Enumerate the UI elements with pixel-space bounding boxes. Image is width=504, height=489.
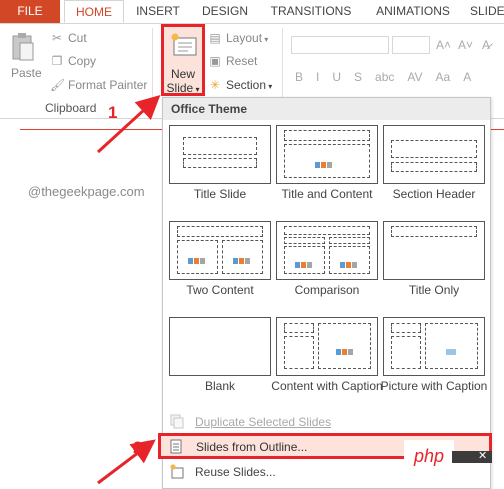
section-label: Section xyxy=(226,78,267,92)
layout-name: Section Header xyxy=(392,187,476,201)
new-slide-dropdown: Office Theme Title Slide Title and Conte… xyxy=(158,97,492,489)
tab-animations[interactable]: ANIMATIONS xyxy=(366,0,460,23)
cut-button[interactable]: ✂ Cut xyxy=(50,31,87,45)
slide-divider xyxy=(20,129,162,130)
new-slide-button[interactable]: New Slide ▾ xyxy=(161,24,205,96)
reuse-slides-icon xyxy=(170,464,184,479)
dropdown-header: Office Theme xyxy=(163,98,490,120)
chevron-down-icon: ▾ xyxy=(193,85,200,94)
italic-button[interactable]: I xyxy=(316,70,319,84)
picture-placeholder-icon xyxy=(446,342,464,355)
layout-name: Title and Content xyxy=(281,187,373,201)
font-color-button[interactable]: A xyxy=(463,70,471,84)
content-placeholder-icon xyxy=(188,251,206,264)
layout-button[interactable]: ▤ Layout ▾ xyxy=(208,31,268,45)
layout-icon: ▤ xyxy=(209,31,221,45)
clear-format-icon[interactable]: A̷ xyxy=(482,38,490,52)
reset-icon: ▣ xyxy=(209,54,221,68)
duplicate-slides-icon xyxy=(170,414,184,429)
font-name-box[interactable] xyxy=(291,36,389,54)
clipboard-group-label: Clipboard xyxy=(45,101,97,115)
new-slide-label-line1: New xyxy=(170,67,195,81)
menu-item-label: Slides from Outline... xyxy=(196,440,308,454)
strikethrough-button[interactable]: abc xyxy=(375,70,394,84)
layout-thumbnail xyxy=(169,221,271,280)
outline-icon xyxy=(170,439,182,454)
reset-label: Reset xyxy=(226,54,258,68)
shrink-font-icon[interactable]: A˅ xyxy=(458,38,473,52)
spacing-button[interactable]: AV xyxy=(407,70,422,84)
arrow-to-slides-from-outline xyxy=(97,439,156,485)
tab-transitions[interactable]: TRANSITIONS xyxy=(262,0,360,23)
step-number-1: 1 xyxy=(108,103,118,122)
font-format-buttons: B I U Sabc AV Aa A xyxy=(295,70,484,84)
section-icon: ✳ xyxy=(209,78,221,92)
layout-thumbnail xyxy=(169,125,271,184)
reset-button[interactable]: ▣ Reset xyxy=(208,54,257,68)
layout-thumbnail xyxy=(169,317,271,376)
layout-thumbnail xyxy=(383,125,485,184)
font-size-box[interactable] xyxy=(392,36,430,54)
tab-file[interactable]: FILE xyxy=(0,0,60,23)
scissors-icon: ✂ xyxy=(51,31,63,45)
new-slide-icon xyxy=(171,33,197,56)
shadow-button[interactable]: S xyxy=(354,70,362,84)
grow-font-icon[interactable]: A˄ xyxy=(436,38,451,52)
chevron-down-icon: ▾ xyxy=(266,82,273,91)
layout-name: Title Slide xyxy=(193,187,247,201)
content-placeholder-icon xyxy=(336,342,354,355)
content-placeholder-icon xyxy=(295,255,313,268)
copy-label: Copy xyxy=(68,54,97,68)
menu-item-label: Duplicate Selected Slides xyxy=(195,415,332,429)
layout-thumbnail xyxy=(276,221,378,280)
copy-icon: ❐ xyxy=(51,54,63,68)
php-logo: php xyxy=(404,440,454,472)
format-painter-icon: 🖌 xyxy=(50,78,66,92)
duplicate-selected-slides-item[interactable]: Duplicate Selected Slides xyxy=(163,412,490,432)
watermark: @thegeekpage.com xyxy=(28,184,145,199)
layout-thumbnail xyxy=(383,221,485,280)
tab-home[interactable]: HOME xyxy=(64,0,124,23)
tab-insert[interactable]: INSERT xyxy=(128,0,188,23)
layout-name: Two Content xyxy=(186,283,254,297)
close-icon: ✕ xyxy=(478,450,488,462)
format-painter-button[interactable]: 🖌 Format Painter xyxy=(50,78,147,92)
paste-icon[interactable] xyxy=(12,33,34,61)
layout-name: Picture with Caption xyxy=(380,379,488,393)
chevron-down-icon: ▾ xyxy=(262,35,269,44)
layout-label: Layout xyxy=(226,31,263,45)
layout-thumbnail xyxy=(276,125,378,184)
content-placeholder-icon xyxy=(340,255,358,268)
copy-button[interactable]: ❐ Copy xyxy=(50,54,96,68)
menu-item-label: Reuse Slides... xyxy=(195,465,276,479)
layout-name: Title Only xyxy=(408,283,460,297)
section-button[interactable]: ✳ Section ▾ xyxy=(208,78,272,92)
tab-slide-show[interactable]: SLIDE SHOW xyxy=(470,0,504,41)
group-divider xyxy=(152,28,153,114)
ribbon-tab-bar: FILE HOME INSERT DESIGN TRANSITIONS ANIM… xyxy=(0,0,504,41)
cut-label: Cut xyxy=(68,31,87,45)
tab-design[interactable]: DESIGN xyxy=(192,0,258,23)
step-number-2: 2 xyxy=(133,438,143,457)
layout-name: Comparison xyxy=(294,283,360,297)
layout-name: Blank xyxy=(204,379,236,393)
layout-thumbnail xyxy=(383,317,485,376)
layout-thumbnail xyxy=(276,317,378,376)
new-slide-label-line2: Slide ▾ xyxy=(166,81,200,95)
layout-name: Content with Caption xyxy=(271,379,383,393)
slide-divider xyxy=(490,129,504,130)
underline-button[interactable]: U xyxy=(332,70,341,84)
content-placeholder-icon xyxy=(233,251,251,264)
paste-button[interactable]: Paste xyxy=(11,66,42,80)
content-placeholder-icon xyxy=(315,155,333,168)
change-case-button[interactable]: Aa xyxy=(436,70,451,84)
format-painter-label: Format Painter xyxy=(68,78,148,92)
bold-button[interactable]: B xyxy=(295,70,303,84)
